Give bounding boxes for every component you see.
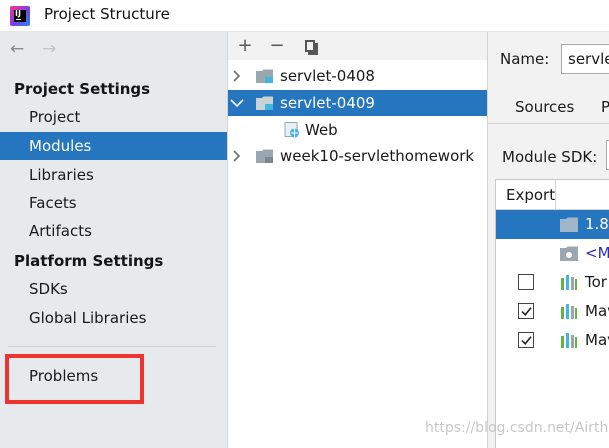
tree-toolbar: + − [228, 32, 487, 60]
tree-item-web[interactable]: Web [228, 117, 487, 143]
tree-item-servlet-0409[interactable]: servlet-0409 [228, 90, 487, 116]
remove-icon[interactable]: − [266, 35, 288, 57]
sidebar-item-facets[interactable]: Facets [0, 189, 227, 217]
sidebar-item-global-libraries[interactable]: Global Libraries [0, 304, 227, 332]
dependency-column-header [556, 180, 609, 210]
module-tree-panel: + − servlet-0408 servlet-0409 Web week10… [228, 32, 488, 448]
name-label: Name: [500, 50, 550, 68]
tree-item-week10-servlethomework[interactable]: week10-servlethomework [228, 143, 487, 169]
module-folder-icon [256, 149, 273, 163]
export-checkbox[interactable] [518, 274, 534, 290]
forward-arrow-icon[interactable]: → [42, 38, 64, 60]
dependency-label: Mav [585, 302, 609, 320]
module-source-folder-icon [560, 246, 578, 261]
export-checkbox[interactable] [518, 332, 534, 348]
tree-item-label: servlet-0408 [280, 67, 375, 85]
folder-icon [560, 217, 578, 232]
tree-item-servlet-0408[interactable]: servlet-0408 [228, 63, 487, 89]
back-arrow-icon[interactable]: ← [10, 38, 32, 60]
dependencies-table: Export 1.8 <M Tor Ma Ma [495, 179, 609, 448]
dependency-label: <M [585, 244, 609, 262]
copy-icon[interactable] [300, 35, 322, 57]
add-icon[interactable]: + [234, 35, 256, 57]
settings-sidebar: ← → Project Settings Project Modules Lib… [0, 32, 228, 448]
chevron-down-icon[interactable] [230, 90, 244, 116]
tree-item-label: servlet-0409 [280, 94, 375, 112]
section-project-settings: Project Settings [14, 80, 151, 98]
dependency-label: 1.8 [585, 215, 609, 233]
sidebar-item-artifacts[interactable]: Artifacts [0, 217, 227, 245]
watermark-text: https://blog.csdn.net/Airth [425, 420, 609, 436]
library-icon [561, 304, 577, 319]
table-row[interactable]: <M [496, 239, 609, 268]
dependency-label: Tor [585, 273, 607, 291]
sidebar-item-project[interactable]: Project [0, 103, 227, 131]
module-folder-icon [256, 69, 273, 83]
title-bar: IJ Project Structure [0, 0, 609, 32]
tree-item-label: week10-servlethomework [280, 147, 475, 165]
sidebar-item-modules[interactable]: Modules [0, 132, 227, 160]
module-folder-icon [256, 96, 273, 110]
chevron-right-icon[interactable] [232, 63, 244, 89]
table-row[interactable]: Tor [496, 268, 609, 297]
dependency-label: Mav [585, 331, 609, 349]
tab-sources[interactable]: Sources [515, 98, 574, 116]
section-platform-settings: Platform Settings [14, 252, 164, 270]
tab-paths[interactable]: P [601, 98, 609, 116]
library-icon [561, 275, 577, 290]
chevron-right-icon[interactable] [232, 143, 244, 169]
sidebar-divider [8, 346, 216, 347]
export-checkbox[interactable] [518, 303, 534, 319]
module-details-panel: Name: servle Sources P Module SDK: Expor… [488, 32, 609, 448]
sidebar-item-sdks[interactable]: SDKs [0, 275, 227, 303]
window-title: Project Structure [44, 5, 170, 23]
table-row[interactable]: Mav [496, 297, 609, 326]
export-column-header[interactable]: Export [496, 180, 556, 210]
web-facet-icon [284, 122, 299, 138]
tree-item-label: Web [305, 121, 338, 139]
table-row[interactable]: 1.8 [496, 210, 609, 239]
library-icon [561, 333, 577, 348]
module-name-input[interactable]: servle [561, 44, 609, 74]
sidebar-item-libraries[interactable]: Libraries [0, 161, 227, 189]
intellij-app-icon: IJ [10, 6, 30, 26]
module-sdk-label: Module SDK: [502, 148, 598, 166]
red-highlight-box [5, 354, 144, 404]
module-tabs: Sources P [488, 90, 609, 124]
table-row[interactable]: Mav [496, 326, 609, 355]
